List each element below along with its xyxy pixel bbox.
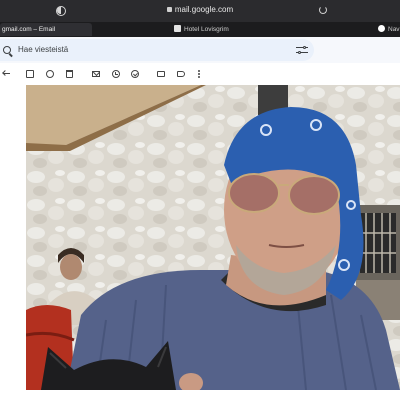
lock-icon	[166, 7, 172, 12]
browser-chrome: mail.google.com gmail.com – Email Hotel …	[0, 0, 400, 37]
mark-unread-icon[interactable]	[92, 71, 100, 77]
snooze-icon[interactable]	[112, 70, 120, 78]
add-task-icon[interactable]	[131, 70, 139, 78]
tab-strip: gmail.com – Email Hotel Lovisgrim Nav	[0, 22, 400, 37]
label-icon[interactable]	[177, 71, 185, 77]
tab-hotel[interactable]: Hotel Lovisgrim	[174, 23, 284, 36]
reload-icon[interactable]	[319, 6, 327, 14]
message-toolbar	[0, 63, 400, 85]
search-row: Hae viesteistä	[0, 37, 400, 63]
move-to-icon[interactable]	[157, 71, 165, 77]
tab-label: gmail.com – Email	[2, 26, 56, 33]
report-spam-icon[interactable]	[46, 70, 54, 78]
photo-illustration	[26, 85, 400, 390]
tab-gmail[interactable]: gmail.com – Email	[0, 23, 92, 36]
search-placeholder: Hae viesteistä	[18, 45, 69, 54]
attached-photo[interactable]	[26, 85, 400, 390]
more-icon[interactable]	[198, 70, 200, 78]
back-icon[interactable]	[2, 70, 10, 78]
tune-icon[interactable]	[296, 45, 308, 55]
search-input[interactable]: Hae viesteistä	[0, 39, 314, 61]
tab-label: Nav	[388, 26, 400, 33]
tab-third[interactable]: Nav	[378, 23, 400, 36]
search-icon[interactable]	[3, 46, 11, 54]
tab-label: Hotel Lovisgrim	[184, 26, 229, 33]
url-field[interactable]: mail.google.com	[0, 5, 400, 14]
delete-icon[interactable]	[66, 70, 73, 78]
address-bar[interactable]: mail.google.com	[0, 0, 400, 22]
url-text: mail.google.com	[174, 5, 234, 14]
page-favicon-icon	[174, 25, 181, 32]
round-favicon-icon	[378, 25, 385, 32]
archive-icon[interactable]	[26, 70, 34, 78]
